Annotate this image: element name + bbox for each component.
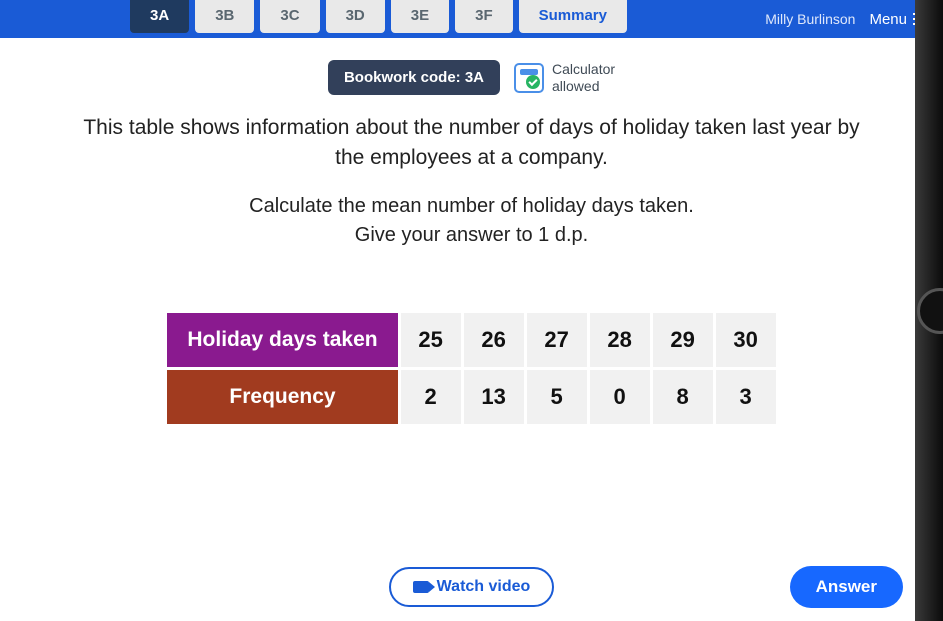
top-bar: 3A 3B 3C 3D 3E 3F Summary Milly Burlinso… [0,0,943,38]
cell-days-0: 25 [401,313,461,367]
cell-freq-1: 13 [464,370,524,424]
calculator-line2: allowed [552,78,615,94]
home-button[interactable] [917,288,943,334]
cell-freq-0: 2 [401,370,461,424]
tab-strip: 3A 3B 3C 3D 3E 3F Summary [130,0,627,33]
table-row: Holiday days taken 25 26 27 28 29 30 [167,313,775,367]
instruction-text: Calculate the mean number of holiday day… [40,192,903,250]
cell-freq-4: 8 [653,370,713,424]
calculator-line1: Calculator [552,61,615,77]
tab-3e[interactable]: 3E [391,0,449,33]
bottom-actions: Watch video Answer [0,567,943,607]
tab-3c[interactable]: 3C [260,0,319,33]
cell-freq-2: 5 [527,370,587,424]
check-icon [526,75,540,89]
calculator-allowed: Calculator allowed [514,61,615,93]
row-header-days: Holiday days taken [167,313,397,367]
tab-3f[interactable]: 3F [455,0,513,33]
tab-3b[interactable]: 3B [195,0,254,33]
video-icon [413,581,429,593]
tab-3d[interactable]: 3D [326,0,385,33]
watch-video-button[interactable]: Watch video [389,567,555,607]
cell-days-2: 27 [527,313,587,367]
row-header-freq: Frequency [167,370,397,424]
cell-days-3: 28 [590,313,650,367]
cell-days-1: 26 [464,313,524,367]
frequency-table: Holiday days taken 25 26 27 28 29 30 Fre… [164,310,778,427]
device-bezel [915,0,943,621]
tab-summary[interactable]: Summary [519,0,627,33]
watch-video-label: Watch video [437,578,531,596]
answer-button[interactable]: Answer [790,566,903,608]
cell-days-4: 29 [653,313,713,367]
question-area: Bookwork code: 3A Calculator allowed Thi… [0,38,943,487]
cell-freq-5: 3 [716,370,776,424]
user-name: Milly Burlinson [765,11,855,27]
cell-freq-3: 0 [590,370,650,424]
table-row: Frequency 2 13 5 0 8 3 [167,370,775,424]
tab-3a[interactable]: 3A [130,0,189,33]
menu-label: Menu [869,11,907,28]
calculator-icon [514,63,544,93]
bookwork-code-badge: Bookwork code: 3A [328,60,500,95]
question-text: This table shows information about the n… [82,113,862,174]
cell-days-5: 30 [716,313,776,367]
